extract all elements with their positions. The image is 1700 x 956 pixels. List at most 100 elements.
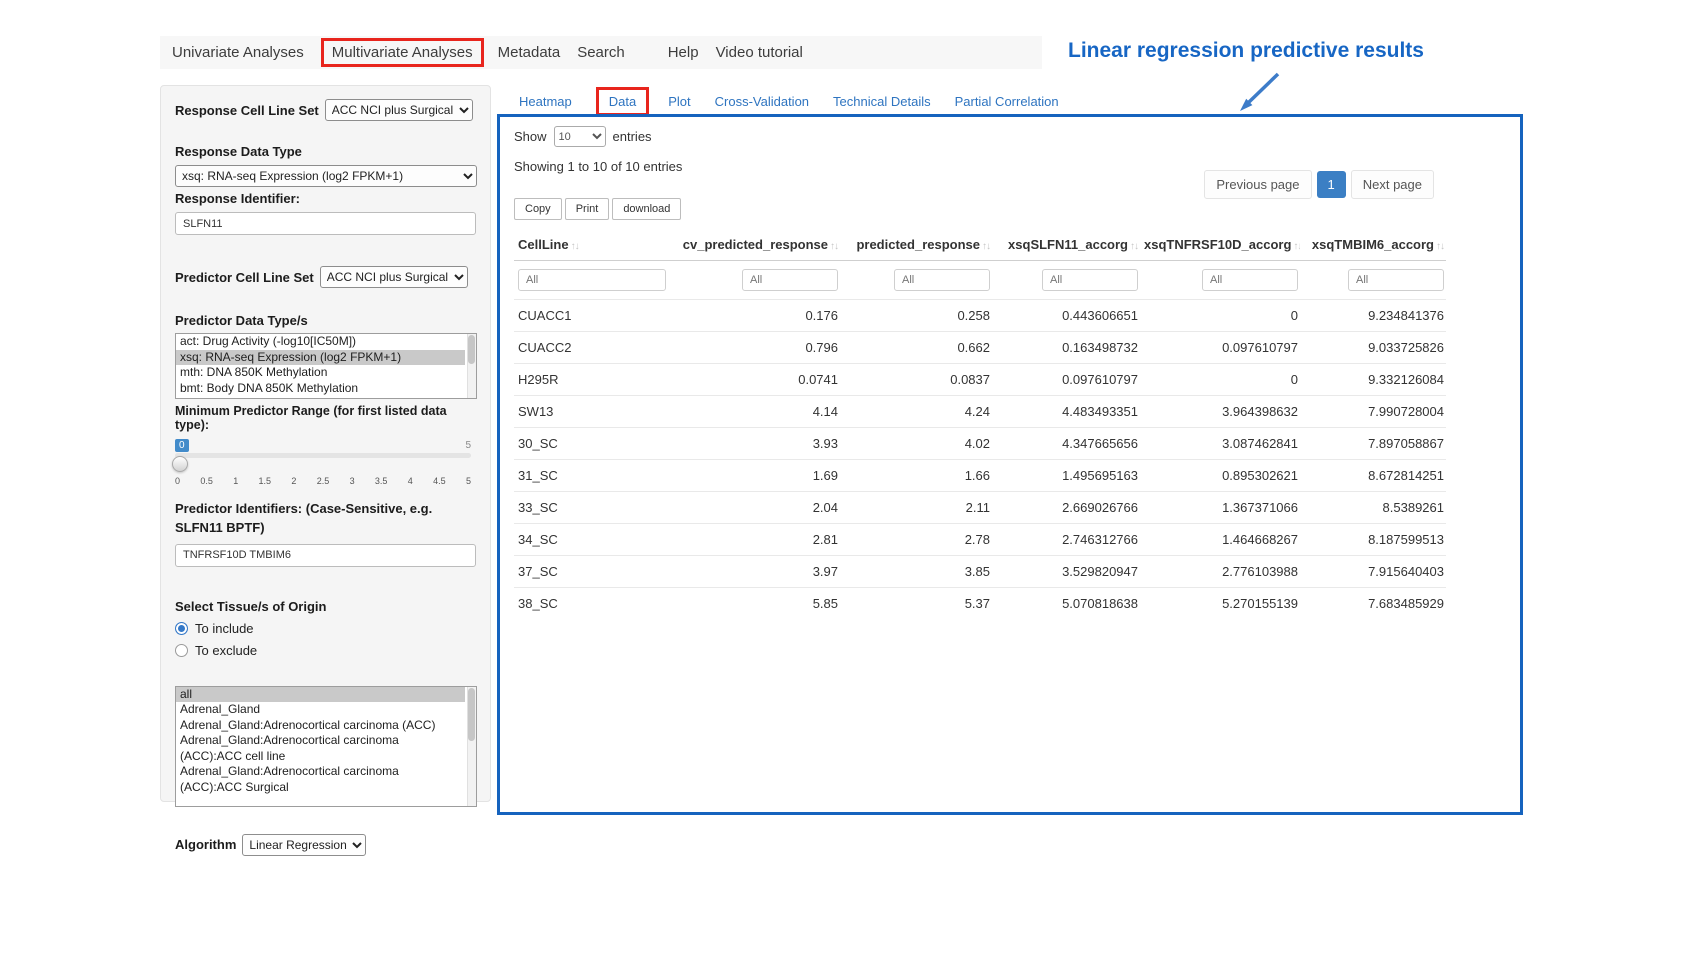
filter-cell xyxy=(672,261,840,300)
copy-button[interactable]: Copy xyxy=(514,198,562,220)
listbox-scrollbar[interactable] xyxy=(467,334,476,398)
cell-line-cell: SW13 xyxy=(514,396,672,428)
print-button[interactable]: Print xyxy=(565,198,610,220)
option-adrenal-gland-adrenocortical-carcinoma-acc-a[interactable]: Adrenal_Gland:Adrenocortical carcinoma (… xyxy=(176,733,465,764)
sort-icon[interactable]: ↑↓ xyxy=(1436,241,1444,252)
option-all[interactable]: all xyxy=(176,687,465,703)
value-cell: 7.897058867 xyxy=(1300,428,1446,460)
nav-item-metadata[interactable]: Metadata xyxy=(498,44,561,61)
column-filter-input-predicted-response[interactable] xyxy=(894,269,990,291)
tab-plot[interactable]: Plot xyxy=(668,94,690,109)
column-header-xsqtnfrsf10d-accorg[interactable]: xsqTNFRSF10D_accorg↑↓ xyxy=(1140,229,1300,261)
option-act-drug-activity-log10-ic50m[interactable]: act: Drug Activity (-log10[IC50M]) xyxy=(176,334,465,350)
radio-option-to-exclude[interactable]: To exclude xyxy=(175,643,476,658)
annotation-text: Linear regression predictive results xyxy=(1068,39,1424,63)
value-cell: 1.66 xyxy=(840,460,992,492)
nav-item-univariate-analyses[interactable]: Univariate Analyses xyxy=(172,44,304,61)
column-header-xsqtmbim6-accorg[interactable]: xsqTMBIM6_accorg↑↓ xyxy=(1300,229,1446,261)
predictor-identifiers-label: Predictor Identifiers: (Case-Sensitive, … xyxy=(175,500,476,538)
algorithm-select[interactable]: Linear Regression xyxy=(242,834,366,856)
value-cell: 0.097610797 xyxy=(1140,332,1300,364)
predictor-cell-line-set-label: Predictor Cell Line Set xyxy=(175,270,314,285)
column-header-cv-predicted-response[interactable]: cv_predicted_response↑↓ xyxy=(672,229,840,261)
value-cell: 0.0741 xyxy=(672,364,840,396)
table-row[interactable]: CUACC20.7960.6620.1634987320.0976107979.… xyxy=(514,332,1446,364)
slider-ticks: 00.511.522.533.544.55 xyxy=(175,476,471,486)
tab-heatmap[interactable]: Heatmap xyxy=(519,94,572,109)
value-cell: 0 xyxy=(1140,300,1300,332)
scrollbar-thumb[interactable] xyxy=(468,688,475,742)
table-row[interactable]: 38_SC5.855.375.0708186385.2701551397.683… xyxy=(514,588,1446,620)
table-row[interactable]: H295R0.07410.08370.09761079709.332126084 xyxy=(514,364,1446,396)
entries-count-select[interactable]: 10 xyxy=(554,126,606,147)
option-adrenal-gland-adrenocortical-carcinoma-acc[interactable]: Adrenal_Gland:Adrenocortical carcinoma (… xyxy=(176,718,465,734)
predictor-data-type-listbox[interactable]: act: Drug Activity (-log10[IC50M])xsq: R… xyxy=(175,333,477,399)
sidebar-controls: Response Cell Line Set ACC NCI plus Surg… xyxy=(160,85,491,802)
option-bmt-body-dna-850k-methylation[interactable]: bmt: Body DNA 850K Methylation xyxy=(176,381,465,397)
sort-icon[interactable]: ↑↓ xyxy=(830,241,838,252)
column-filter-input-xsqtmbim6-accorg[interactable] xyxy=(1348,269,1444,291)
tab-partial-correlation[interactable]: Partial Correlation xyxy=(955,94,1059,109)
column-filter-input-xsqtnfrsf10d-accorg[interactable] xyxy=(1202,269,1298,291)
next-page-button[interactable]: Next page xyxy=(1351,170,1434,199)
radio-option-to-include[interactable]: To include xyxy=(175,621,476,636)
tab-cross-validation[interactable]: Cross-Validation xyxy=(715,94,809,109)
pagination: Previous page 1 Next page xyxy=(1204,170,1434,199)
value-cell: 1.367371066 xyxy=(1140,492,1300,524)
tab-technical-details[interactable]: Technical Details xyxy=(833,94,931,109)
value-cell: 3.529820947 xyxy=(992,556,1140,588)
value-cell: 2.04 xyxy=(672,492,840,524)
radio-button-icon[interactable] xyxy=(175,644,188,657)
response-cell-line-set-select[interactable]: ACC NCI plus Surgical xyxy=(325,99,473,121)
value-cell: 4.347665656 xyxy=(992,428,1140,460)
cell-line-cell: CUACC1 xyxy=(514,300,672,332)
table-row[interactable]: 33_SC2.042.112.6690267661.3673710668.538… xyxy=(514,492,1446,524)
option-mth-dna-850k-methylation[interactable]: mth: DNA 850K Methylation xyxy=(176,365,465,381)
sort-icon[interactable]: ↑↓ xyxy=(982,241,990,252)
radio-button-icon[interactable] xyxy=(175,622,188,635)
slider-track[interactable] xyxy=(175,453,471,458)
nav-item-multivariate-analyses[interactable]: Multivariate Analyses xyxy=(321,38,484,67)
column-filter-input-cv-predicted-response[interactable] xyxy=(742,269,838,291)
sort-icon[interactable]: ↑↓ xyxy=(1130,241,1138,252)
radio-label: To include xyxy=(195,621,254,636)
column-header-cellline[interactable]: CellLine↑↓ xyxy=(514,229,672,261)
nav-item-help[interactable]: Help xyxy=(668,44,699,61)
value-cell: 4.02 xyxy=(840,428,992,460)
scrollbar-thumb[interactable] xyxy=(468,335,475,364)
option-adrenal-gland-adrenocortical-carcinoma-acc-a[interactable]: Adrenal_Gland:Adrenocortical carcinoma (… xyxy=(176,764,465,795)
predictor-identifiers-input[interactable] xyxy=(175,544,476,567)
slider-handle[interactable] xyxy=(172,456,188,472)
column-filter-input-xsqslfn11-accorg[interactable] xyxy=(1042,269,1138,291)
slider-tick-label: 1.5 xyxy=(259,476,272,486)
show-entries-control: Show 10 entries xyxy=(514,126,1506,147)
sort-icon[interactable]: ↑↓ xyxy=(1293,241,1300,252)
filter-cell xyxy=(1140,261,1300,300)
column-header-predicted-response[interactable]: predicted_response↑↓ xyxy=(840,229,992,261)
table-row[interactable]: 30_SC3.934.024.3476656563.0874628417.897… xyxy=(514,428,1446,460)
tissue-listbox[interactable]: allAdrenal_GlandAdrenal_Gland:Adrenocort… xyxy=(175,686,477,807)
nav-item-search[interactable]: Search xyxy=(577,44,625,61)
listbox-scrollbar[interactable] xyxy=(467,687,476,806)
predictor-cell-line-set-select[interactable]: ACC NCI plus Surgical xyxy=(320,266,468,288)
previous-page-button[interactable]: Previous page xyxy=(1204,170,1311,199)
annotation-arrow-icon xyxy=(1234,70,1286,116)
table-row[interactable]: CUACC10.1760.2580.44360665109.234841376 xyxy=(514,300,1446,332)
response-data-type-select[interactable]: xsq: RNA-seq Expression (log2 FPKM+1) xyxy=(175,165,477,187)
table-row[interactable]: 34_SC2.812.782.7463127661.4646682678.187… xyxy=(514,524,1446,556)
download-button[interactable]: download xyxy=(612,198,681,220)
column-filter-input-cellline[interactable] xyxy=(518,269,666,291)
tab-data[interactable]: Data xyxy=(596,87,649,116)
min-predictor-range-slider[interactable]: 0 5 00.511.522.533.544.55 xyxy=(175,439,471,491)
table-row[interactable]: 31_SC1.691.661.4956951630.8953026218.672… xyxy=(514,460,1446,492)
column-header-xsqslfn11-accorg[interactable]: xsqSLFN11_accorg↑↓ xyxy=(992,229,1140,261)
option-xsq-rna-seq-expression-log2-fpkm-1[interactable]: xsq: RNA-seq Expression (log2 FPKM+1) xyxy=(176,350,465,366)
response-identifier-input[interactable] xyxy=(175,212,476,235)
table-row[interactable]: SW134.144.244.4834933513.9643986327.9907… xyxy=(514,396,1446,428)
filter-cell xyxy=(1300,261,1446,300)
nav-item-video-tutorial[interactable]: Video tutorial xyxy=(716,44,803,61)
option-adrenal-gland[interactable]: Adrenal_Gland xyxy=(176,702,465,718)
sort-icon[interactable]: ↑↓ xyxy=(571,241,579,252)
table-row[interactable]: 37_SC3.973.853.5298209472.7761039887.915… xyxy=(514,556,1446,588)
current-page-button[interactable]: 1 xyxy=(1317,171,1346,198)
